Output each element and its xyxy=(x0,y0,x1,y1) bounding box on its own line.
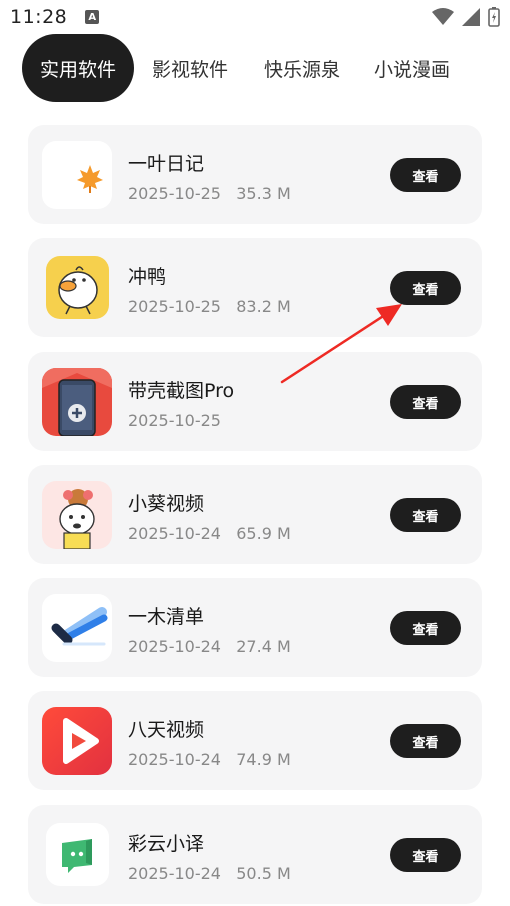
app-meta: 2025-10-25 xyxy=(128,411,221,430)
signal-icon xyxy=(462,8,480,26)
app-name: 一木清单 xyxy=(128,606,205,628)
view-button[interactable]: 查看 xyxy=(390,724,461,758)
wifi-icon xyxy=(432,8,454,25)
view-button[interactable]: 查看 xyxy=(390,498,461,532)
tab-utility-software[interactable]: 实用软件 xyxy=(22,34,134,102)
view-button[interactable]: 查看 xyxy=(390,271,461,305)
app-meta: 2025-10-25 83.2 M xyxy=(128,297,291,316)
app-meta: 2025-10-25 35.3 M xyxy=(128,184,291,203)
cartoon-girl-icon xyxy=(42,481,112,549)
view-button[interactable]: 查看 xyxy=(390,385,461,419)
tab-novels-comics[interactable]: 小说漫画 xyxy=(374,34,450,102)
chat-bubble-icon xyxy=(46,823,109,886)
list-item[interactable]: 冲鸭 2025-10-25 83.2 M 查看 xyxy=(28,238,482,337)
app-name: 小葵视频 xyxy=(128,493,205,515)
duck-icon xyxy=(46,256,109,319)
app-name: 一叶日记 xyxy=(128,153,205,175)
view-button[interactable]: 查看 xyxy=(390,838,461,872)
list-item[interactable]: 八天视频 2025-10-24 74.9 M 查看 xyxy=(28,691,482,790)
list-item[interactable]: 一叶日记 2025-10-25 35.3 M 查看 xyxy=(28,125,482,224)
app-meta: 2025-10-24 65.9 M xyxy=(128,524,291,543)
tab-video-software[interactable]: 影视软件 xyxy=(152,34,228,102)
battery-icon xyxy=(488,7,500,27)
app-name: 冲鸭 xyxy=(128,266,167,288)
checkmark-icon xyxy=(42,594,112,662)
phone-screenshot-icon xyxy=(42,368,112,436)
list-item[interactable]: 小葵视频 2025-10-24 65.9 M 查看 xyxy=(28,465,482,564)
app-name: 带壳截图Pro xyxy=(128,380,235,402)
category-tabs: 实用软件 影视软件 快乐源泉 小说漫画 xyxy=(22,34,492,102)
list-item[interactable]: 彩云小译 2025-10-24 50.5 M 查看 xyxy=(28,805,482,904)
app-name: 八天视频 xyxy=(128,719,205,741)
view-button[interactable]: 查看 xyxy=(390,611,461,645)
app-meta: 2025-10-24 74.9 M xyxy=(128,750,291,769)
app-meta: 2025-10-24 50.5 M xyxy=(128,864,291,883)
tab-happy-source[interactable]: 快乐源泉 xyxy=(264,34,340,102)
app-name: 彩云小译 xyxy=(128,833,205,855)
list-item[interactable]: 带壳截图Pro 2025-10-25 查看 xyxy=(28,352,482,451)
status-time: 11:28 xyxy=(10,6,68,28)
view-button[interactable]: 查看 xyxy=(390,158,461,192)
play-icon xyxy=(42,707,112,775)
maple-leaf-icon xyxy=(42,141,112,209)
notification-icon: A xyxy=(85,10,100,24)
list-item[interactable]: 一木清单 2025-10-24 27.4 M 查看 xyxy=(28,578,482,677)
app-meta: 2025-10-24 27.4 M xyxy=(128,637,291,656)
status-bar: 11:28 A xyxy=(0,0,510,34)
